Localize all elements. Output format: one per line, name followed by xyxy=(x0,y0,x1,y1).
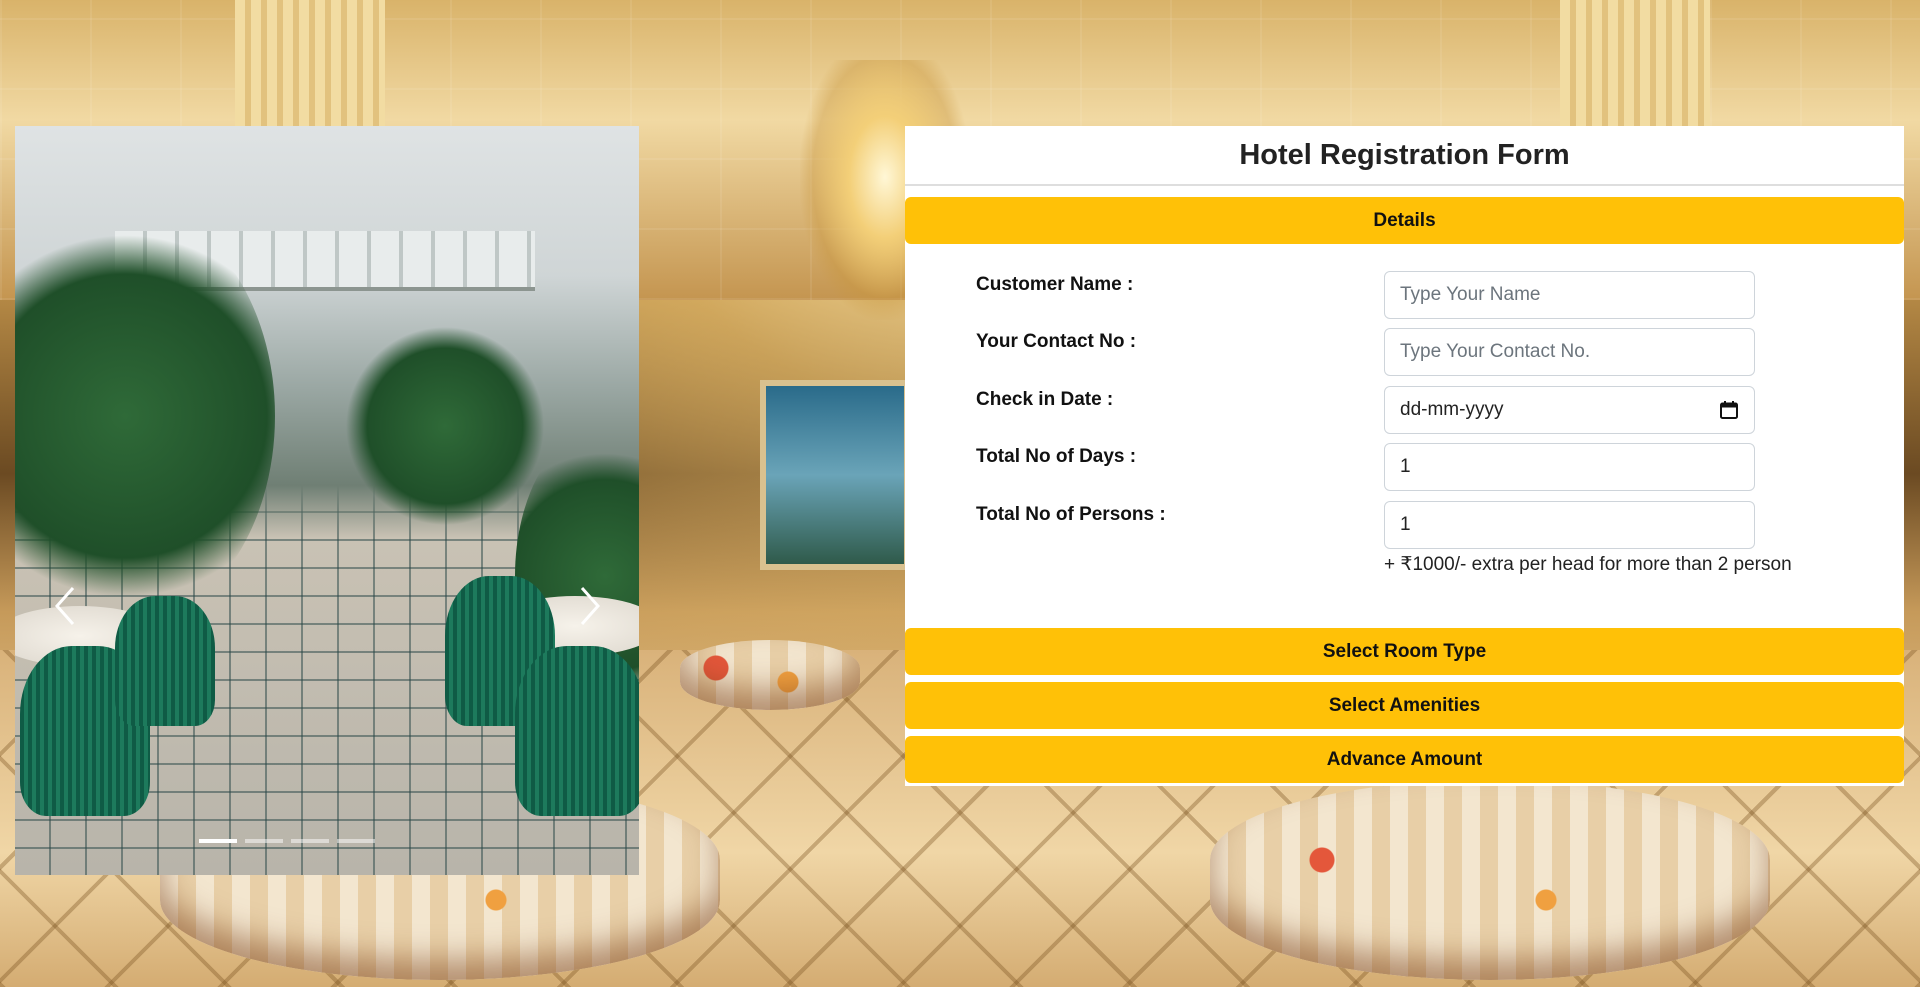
plant xyxy=(345,326,545,526)
total-persons-label: Total No of Persons : xyxy=(976,504,1166,525)
image-carousel[interactable] xyxy=(15,126,639,875)
total-persons-input[interactable]: 1 xyxy=(1384,501,1755,549)
carousel-prev-button[interactable] xyxy=(45,581,85,631)
total-days-label: Total No of Days : xyxy=(976,446,1137,467)
customer-name-label: Customer Name : xyxy=(976,274,1134,295)
customer-name-field-wrapper xyxy=(1384,271,1755,319)
carousel-indicator-4[interactable] xyxy=(337,839,375,843)
total-days-row: Total No of Days : 1 xyxy=(976,443,1846,491)
calendar-icon[interactable] xyxy=(1719,400,1739,420)
chevron-left-icon xyxy=(54,587,75,625)
customer-name-row: Customer Name : xyxy=(976,271,1846,319)
extra-person-note: + ₹1000/- extra per head for more than 2… xyxy=(1384,554,1792,575)
carousel-indicator-2[interactable] xyxy=(245,839,283,843)
total-persons-value: 1 xyxy=(1400,514,1411,535)
contact-no-input[interactable] xyxy=(1400,329,1739,375)
carousel-indicators xyxy=(15,839,599,843)
total-days-value: 1 xyxy=(1400,456,1411,477)
sofa-right xyxy=(1210,780,1770,980)
check-in-row: Check in Date : dd-mm-yyyy xyxy=(976,386,1846,434)
carousel-indicator-3[interactable] xyxy=(291,839,329,843)
total-persons-row: Total No of Persons : 1 xyxy=(976,501,1846,549)
amenities-section-header[interactable]: Select Amenities xyxy=(905,682,1904,729)
form-title: Hotel Registration Form xyxy=(905,126,1904,186)
total-days-input[interactable]: 1 xyxy=(1384,443,1755,491)
contact-no-row: Your Contact No : xyxy=(976,328,1846,376)
contact-no-field-wrapper xyxy=(1384,328,1755,376)
carousel-next-button[interactable] xyxy=(570,581,610,631)
contact-no-label: Your Contact No : xyxy=(976,331,1137,352)
customer-name-input[interactable] xyxy=(1400,272,1739,318)
sofa-center xyxy=(680,640,860,710)
carousel-slide-image xyxy=(15,126,639,875)
check-in-label: Check in Date : xyxy=(976,389,1114,410)
lobby-window xyxy=(760,380,910,570)
chair xyxy=(515,646,639,816)
check-in-date-input[interactable]: dd-mm-yyyy xyxy=(1384,386,1755,434)
details-section-header[interactable]: Details xyxy=(905,197,1904,244)
chevron-right-icon xyxy=(580,587,601,625)
chair xyxy=(115,596,215,726)
room-type-section-header[interactable]: Select Room Type xyxy=(905,628,1904,675)
check-in-date-value: dd-mm-yyyy xyxy=(1400,399,1504,420)
advance-amount-section-header[interactable]: Advance Amount xyxy=(905,736,1904,783)
carousel-indicator-1[interactable] xyxy=(199,839,237,843)
registration-form: Hotel Registration Form Details Customer… xyxy=(905,126,1904,786)
